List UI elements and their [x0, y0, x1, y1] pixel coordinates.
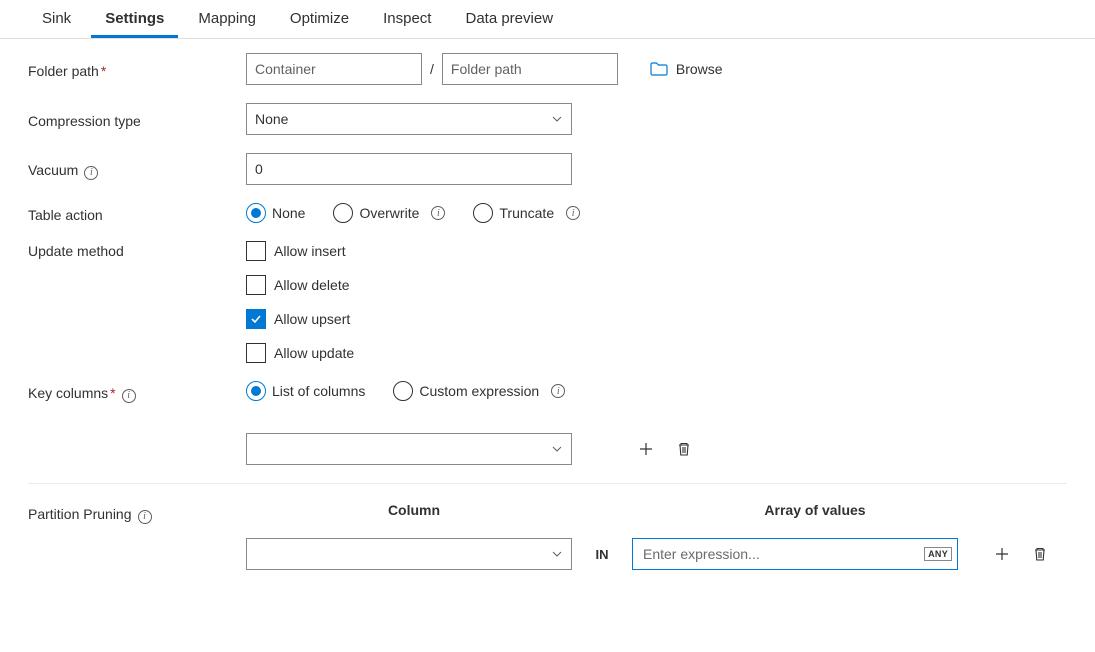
- tab-data-preview[interactable]: Data preview: [451, 0, 567, 38]
- pruning-header-values: Array of values: [652, 502, 978, 518]
- radio-label: None: [272, 205, 305, 221]
- plus-icon: [638, 441, 654, 457]
- chevron-down-icon: [551, 548, 563, 560]
- checkbox-label: Allow upsert: [274, 311, 350, 327]
- tab-optimize[interactable]: Optimize: [276, 0, 363, 38]
- vacuum-input[interactable]: [246, 153, 572, 185]
- folder-path-input[interactable]: [442, 53, 618, 85]
- tab-mapping[interactable]: Mapping: [184, 0, 270, 38]
- browse-button[interactable]: Browse: [650, 61, 723, 77]
- path-separator: /: [430, 61, 434, 77]
- chevron-down-icon: [551, 443, 563, 455]
- radio-label: List of columns: [272, 383, 365, 399]
- allow-insert-checkbox[interactable]: Allow insert: [246, 241, 1067, 261]
- tab-inspect[interactable]: Inspect: [369, 0, 445, 38]
- pruning-header-column: Column: [246, 502, 582, 518]
- required-marker: *: [110, 385, 115, 401]
- key-columns-list[interactable]: List of columns: [246, 381, 365, 401]
- checkbox-label: Allow delete: [274, 277, 350, 293]
- checkbox-label: Allow insert: [274, 243, 346, 259]
- pruning-expression-input[interactable]: [632, 538, 958, 570]
- tab-sink[interactable]: Sink: [28, 0, 85, 38]
- info-icon[interactable]: [566, 206, 580, 220]
- radio-label: Custom expression: [419, 383, 539, 399]
- folder-path-label: Folder path*: [28, 59, 246, 79]
- required-marker: *: [101, 63, 106, 79]
- browse-label: Browse: [676, 61, 723, 77]
- partition-pruning-label: Partition Pruning: [28, 502, 246, 524]
- vacuum-label: Vacuum: [28, 158, 246, 180]
- update-method-label: Update method: [28, 241, 246, 259]
- trash-icon: [1032, 546, 1048, 562]
- allow-delete-checkbox[interactable]: Allow delete: [246, 275, 1067, 295]
- allow-upsert-checkbox[interactable]: Allow upsert: [246, 309, 1067, 329]
- plus-icon: [994, 546, 1010, 562]
- chevron-down-icon: [551, 113, 563, 125]
- info-icon[interactable]: [138, 510, 152, 524]
- delete-pruning-row-button[interactable]: [1024, 538, 1056, 570]
- compression-select[interactable]: None: [246, 103, 572, 135]
- table-action-overwrite[interactable]: Overwrite: [333, 203, 445, 223]
- info-icon[interactable]: [551, 384, 565, 398]
- pruning-column-select[interactable]: [246, 538, 572, 570]
- tab-bar: Sink Settings Mapping Optimize Inspect D…: [0, 0, 1095, 39]
- folder-icon: [650, 62, 668, 76]
- container-input[interactable]: [246, 53, 422, 85]
- table-action-label: Table action: [28, 203, 246, 223]
- delete-key-column-button[interactable]: [668, 433, 700, 465]
- add-pruning-row-button[interactable]: [986, 538, 1018, 570]
- radio-label: Overwrite: [359, 205, 419, 221]
- table-action-none[interactable]: None: [246, 203, 305, 223]
- info-icon[interactable]: [122, 389, 136, 403]
- key-columns-label: Key columns*: [28, 381, 246, 403]
- checkbox-label: Allow update: [274, 345, 354, 361]
- radio-label: Truncate: [499, 205, 554, 221]
- compression-label: Compression type: [28, 109, 246, 129]
- allow-update-checkbox[interactable]: Allow update: [246, 343, 1067, 363]
- tab-settings[interactable]: Settings: [91, 0, 178, 38]
- add-key-column-button[interactable]: [630, 433, 662, 465]
- info-icon[interactable]: [431, 206, 445, 220]
- pruning-in-label: IN: [582, 547, 622, 562]
- key-columns-custom[interactable]: Custom expression: [393, 381, 565, 401]
- key-column-select[interactable]: [246, 433, 572, 465]
- table-action-truncate[interactable]: Truncate: [473, 203, 580, 223]
- any-badge[interactable]: ANY: [924, 547, 952, 561]
- info-icon[interactable]: [84, 166, 98, 180]
- trash-icon: [676, 441, 692, 457]
- compression-value: None: [255, 111, 288, 127]
